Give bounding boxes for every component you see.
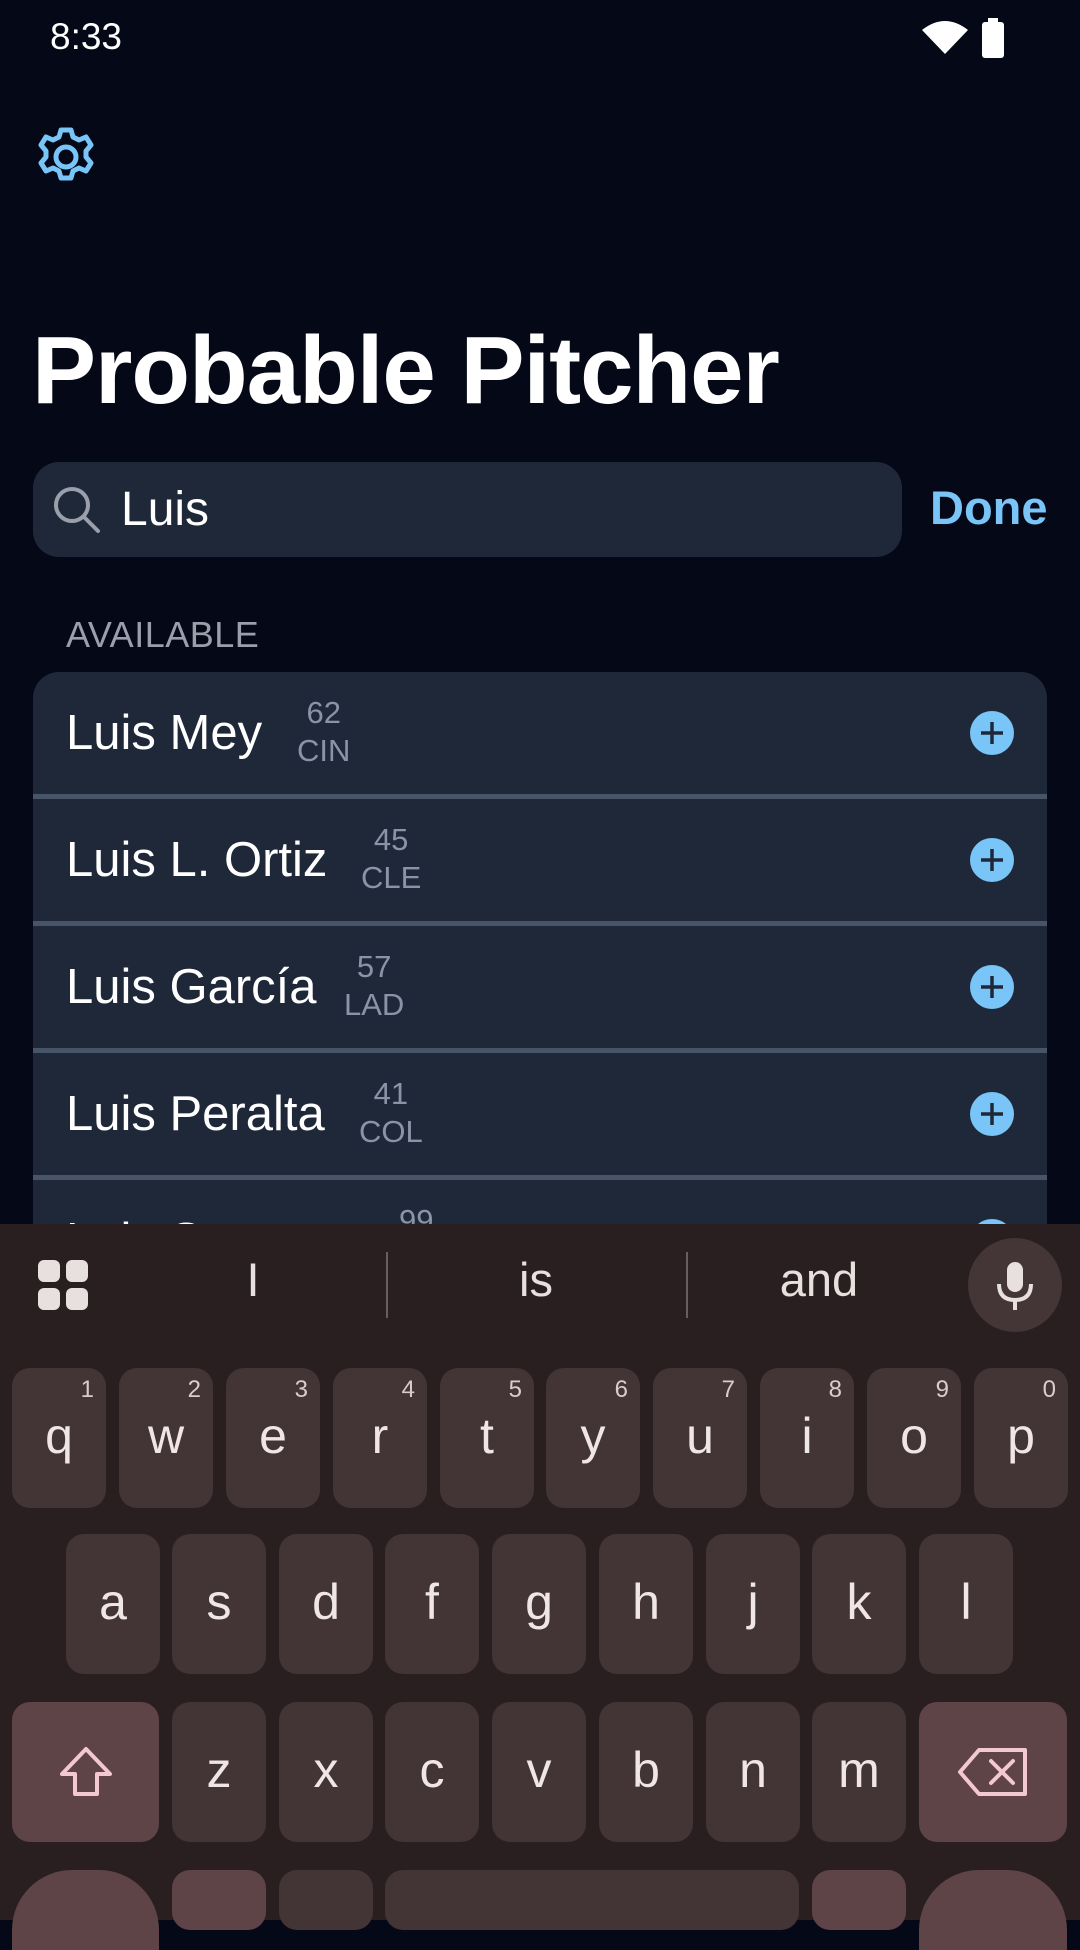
key-w[interactable]: w2 (119, 1368, 213, 1508)
key-t[interactable]: t5 (440, 1368, 534, 1508)
key-h[interactable]: h (599, 1534, 693, 1674)
list-item[interactable]: Luis García 57 LAD (33, 926, 1047, 1048)
search-key[interactable] (919, 1870, 1067, 1950)
player-team: COL (359, 1114, 423, 1149)
list-item[interactable]: Luis Mey 62 CIN (33, 672, 1047, 794)
key-p[interactable]: p0 (974, 1368, 1068, 1508)
section-header: AVAILABLE (66, 614, 260, 655)
emoji-key[interactable] (279, 1870, 373, 1930)
key-j[interactable]: j (706, 1534, 800, 1674)
page-title: Probable Pitcher (32, 317, 780, 424)
player-meta: 45 CLE (361, 821, 421, 897)
key-g[interactable]: g (492, 1534, 586, 1674)
player-name: Luis Mey (66, 706, 263, 760)
player-name: Luis L. Ortiz (66, 833, 328, 887)
shift-key[interactable] (12, 1702, 159, 1842)
status-time: 8:33 (50, 16, 123, 57)
key-f[interactable]: f (385, 1534, 479, 1674)
add-icon[interactable] (970, 711, 1014, 755)
key-a[interactable]: a (66, 1534, 160, 1674)
key-y[interactable]: y6 (546, 1368, 640, 1508)
spacebar[interactable] (385, 1870, 799, 1930)
key-z[interactable]: z (172, 1702, 266, 1842)
player-number: 62 (306, 695, 341, 730)
list-item[interactable]: Luis Peralta 41 COL (33, 1053, 1047, 1175)
key-b[interactable]: b (599, 1702, 693, 1842)
key-k[interactable]: k (812, 1534, 906, 1674)
player-team: LAD (344, 987, 405, 1022)
suggestion-strip: I is and (0, 1224, 1080, 1342)
apps-grid-icon[interactable] (36, 1258, 90, 1312)
key-x[interactable]: x (279, 1702, 373, 1842)
backspace-icon (958, 1748, 1027, 1796)
status-bar: 8:33 (0, 0, 1080, 78)
player-team: CIN (297, 733, 351, 768)
player-number: 57 (356, 949, 392, 984)
key-c[interactable]: c (385, 1702, 479, 1842)
suggestion[interactable]: is (436, 1252, 636, 1307)
key-m[interactable]: m (812, 1702, 906, 1842)
symbols-key[interactable] (12, 1870, 159, 1950)
player-number: 41 (373, 1076, 409, 1111)
mic-icon (997, 1262, 1033, 1310)
key-s[interactable]: s (172, 1534, 266, 1674)
divider (686, 1252, 688, 1318)
key-i[interactable]: i8 (760, 1368, 854, 1508)
search-input[interactable]: Luis (121, 462, 209, 557)
player-number: 45 (373, 822, 409, 857)
player-meta: 57 LAD (344, 948, 404, 1024)
backspace-key[interactable] (919, 1702, 1067, 1842)
player-number: 99 (399, 1203, 434, 1224)
player-name: Luis S (66, 1180, 202, 1224)
key-u[interactable]: u7 (653, 1368, 747, 1508)
key-e[interactable]: e3 (226, 1368, 320, 1508)
list-item[interactable]: Luis S 99 (33, 1180, 1047, 1224)
period-key[interactable] (812, 1870, 906, 1930)
battery-icon (982, 18, 1004, 58)
key-q[interactable]: q1 (12, 1368, 106, 1508)
mic-button[interactable] (968, 1238, 1062, 1332)
player-team: CLE (361, 860, 422, 895)
wifi-icon (922, 21, 968, 54)
keyboard: I is and q1 w2 e3 r4 t5 y6 u7 i8 o9 p0 a… (0, 1224, 1080, 1950)
key-l[interactable]: l (919, 1534, 1013, 1674)
player-meta: 99 (399, 1202, 433, 1224)
key-o[interactable]: o9 (867, 1368, 961, 1508)
search-field[interactable]: Luis (33, 462, 902, 557)
player-name: Luis Peralta (66, 1087, 325, 1141)
divider (386, 1252, 388, 1318)
comma-key[interactable] (172, 1870, 266, 1930)
done-button[interactable]: Done (930, 480, 1048, 535)
gear-icon[interactable] (33, 124, 99, 190)
add-icon[interactable] (970, 838, 1014, 882)
player-list: Luis Mey 62 CIN Luis L. Ortiz 45 CLE Lui… (33, 672, 1047, 1224)
key-n[interactable]: n (706, 1702, 800, 1842)
key-v[interactable]: v (492, 1702, 586, 1842)
add-icon[interactable] (970, 1092, 1014, 1136)
key-d[interactable]: d (279, 1534, 373, 1674)
suggestion[interactable]: and (719, 1252, 919, 1307)
add-icon[interactable] (970, 965, 1014, 1009)
player-meta: 62 CIN (297, 694, 350, 770)
list-item[interactable]: Luis L. Ortiz 45 CLE (33, 799, 1047, 921)
player-meta: 41 COL (359, 1075, 423, 1151)
key-r[interactable]: r4 (333, 1368, 427, 1508)
search-icon (54, 487, 100, 533)
shift-icon (60, 1747, 112, 1796)
suggestion[interactable]: I (153, 1252, 353, 1307)
player-name: Luis García (66, 960, 317, 1014)
